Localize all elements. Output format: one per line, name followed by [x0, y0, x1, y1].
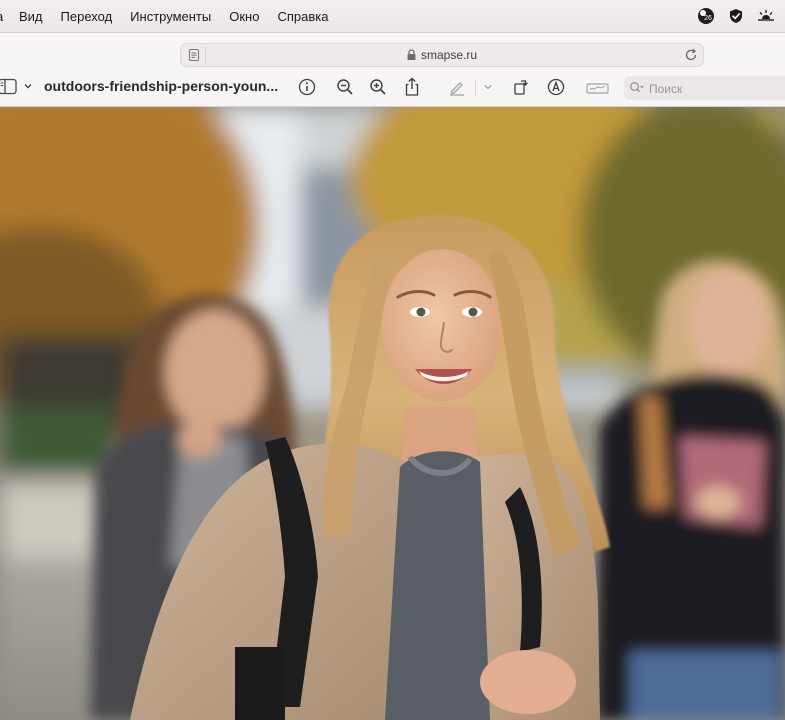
share-icon[interactable] [402, 77, 422, 97]
chevron-down-icon[interactable] [478, 77, 498, 97]
highlight-pen-icon[interactable] [447, 77, 467, 97]
sidebar-toggle-icon[interactable] [0, 78, 18, 95]
markup-icon[interactable] [546, 77, 566, 97]
url-display[interactable]: smapse.ru [181, 48, 703, 62]
lock-icon [407, 49, 416, 60]
notification-count: 26 [704, 15, 712, 22]
menu-bar: a Вид Переход Инструменты Окно Справка 2… [0, 0, 785, 32]
brightness-icon[interactable] [757, 7, 775, 25]
zoom-in-icon[interactable] [368, 77, 388, 97]
menu-item-window[interactable]: Окно [229, 9, 259, 24]
menu-item-tools[interactable]: Инструменты [130, 9, 211, 24]
reload-icon[interactable] [684, 48, 698, 62]
menu-item-app-edge[interactable]: a [0, 9, 3, 24]
document-title[interactable]: outdoors-friendship-person-youn... [44, 78, 278, 94]
chevron-down-icon[interactable] [23, 81, 33, 91]
preview-toolbar: outdoors-friendship-person-youn... [0, 71, 785, 105]
toolbar-separator [475, 80, 476, 96]
photo-illustration [0, 107, 785, 720]
info-icon[interactable] [297, 77, 317, 97]
search-field[interactable] [624, 76, 785, 100]
signature-icon[interactable] [586, 77, 610, 97]
notification-badge-icon[interactable]: 26 [697, 7, 715, 25]
menu-item-go[interactable]: Переход [61, 9, 113, 24]
address-bar[interactable]: smapse.ru [180, 43, 704, 67]
menu-item-view[interactable]: Вид [19, 9, 43, 24]
document-image [0, 107, 785, 720]
checkmark-shield-icon[interactable] [727, 7, 745, 25]
search-input[interactable] [647, 78, 781, 100]
menu-item-help[interactable]: Справка [277, 9, 328, 24]
rotate-icon[interactable] [511, 77, 531, 97]
search-icon [630, 82, 644, 93]
zoom-out-icon[interactable] [335, 77, 355, 97]
window-chrome: smapse.ru outdoors-friendship-person-you… [0, 32, 785, 107]
menubar-status-area: 26 [697, 7, 775, 25]
url-text: smapse.ru [420, 48, 478, 62]
